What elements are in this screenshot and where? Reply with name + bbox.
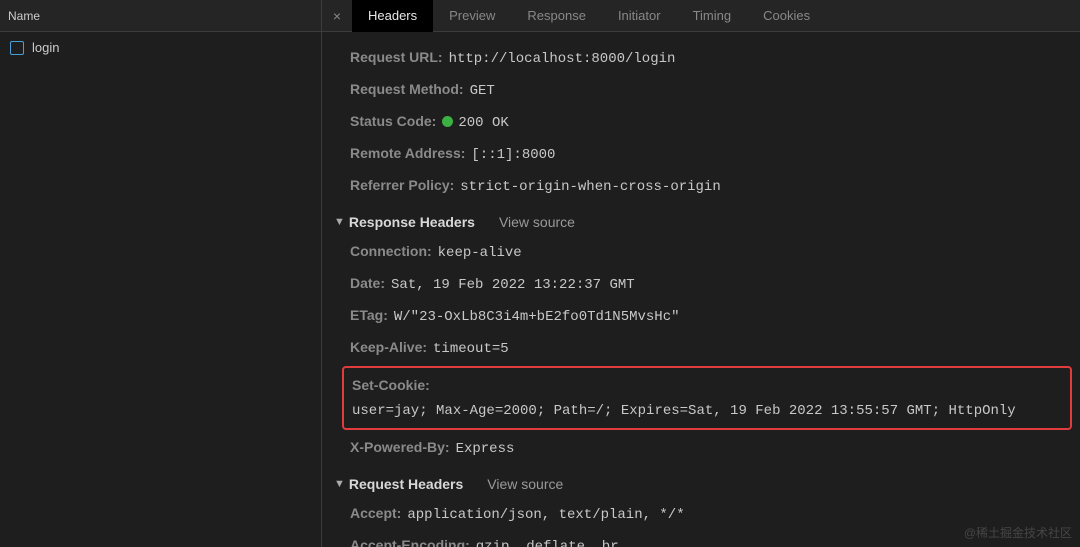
view-source-link[interactable]: View source	[487, 476, 563, 492]
etag-row: ETag: W/"23-OxLb8C3i4m+bE2fo0Td1N5MvsHc"	[322, 300, 1080, 332]
label-etag: ETag:	[350, 304, 388, 326]
label-date: Date:	[350, 272, 385, 294]
view-source-link[interactable]: View source	[499, 214, 575, 230]
tab-preview[interactable]: Preview	[433, 0, 511, 32]
label-keep-alive: Keep-Alive:	[350, 336, 427, 358]
caret-down-icon: ▼	[334, 478, 345, 490]
close-icon[interactable]: ×	[322, 8, 352, 24]
request-name: login	[32, 40, 59, 55]
value-accept: application/json, text/plain, */*	[407, 504, 684, 526]
label-accept-encoding: Accept-Encoding:	[350, 534, 470, 547]
tab-headers[interactable]: Headers	[352, 0, 433, 32]
label-request-url: Request URL:	[350, 46, 443, 68]
value-request-url: http://localhost:8000/login	[449, 48, 676, 70]
label-accept: Accept:	[350, 502, 401, 524]
request-headers-title: Request Headers	[349, 476, 463, 492]
value-keep-alive: timeout=5	[433, 338, 509, 360]
value-accept-encoding: gzip, deflate, br	[476, 536, 619, 547]
tab-cookies[interactable]: Cookies	[747, 0, 826, 32]
value-set-cookie: user=jay; Max-Age=2000; Path=/; Expires=…	[352, 398, 1016, 424]
label-request-method: Request Method:	[350, 78, 464, 100]
tab-initiator[interactable]: Initiator	[602, 0, 677, 32]
network-requests-panel: Name login	[0, 0, 322, 547]
value-connection: keep-alive	[438, 242, 522, 264]
tab-response[interactable]: Response	[511, 0, 602, 32]
date-row: Date: Sat, 19 Feb 2022 13:22:37 GMT	[322, 268, 1080, 300]
label-remote-address: Remote Address:	[350, 142, 465, 164]
label-x-powered-by: X-Powered-By:	[350, 436, 450, 458]
tab-timing[interactable]: Timing	[677, 0, 748, 32]
value-date: Sat, 19 Feb 2022 13:22:37 GMT	[391, 274, 635, 296]
connection-row: Connection: keep-alive	[322, 236, 1080, 268]
value-request-method: GET	[470, 80, 495, 102]
label-connection: Connection:	[350, 240, 432, 262]
keep-alive-row: Keep-Alive: timeout=5	[322, 332, 1080, 364]
request-method-row: Request Method: GET	[322, 74, 1080, 106]
response-headers-section[interactable]: ▼ Response Headers View source	[322, 202, 1080, 236]
value-etag: W/"23-OxLb8C3i4m+bE2fo0Td1N5MvsHc"	[394, 306, 680, 328]
column-header-name[interactable]: Name	[0, 0, 321, 32]
watermark-text: @稀土掘金技术社区	[964, 524, 1072, 541]
label-referrer-policy: Referrer Policy:	[350, 174, 454, 196]
caret-down-icon: ▼	[334, 216, 345, 228]
x-powered-by-row: X-Powered-By: Express	[322, 432, 1080, 464]
request-row-login[interactable]: login	[0, 34, 321, 61]
request-list: login	[0, 32, 321, 547]
status-code-row: Status Code: 200 OK	[322, 106, 1080, 138]
status-dot-icon	[442, 116, 453, 127]
details-panel: × Headers Preview Response Initiator Tim…	[322, 0, 1080, 547]
value-referrer-policy: strict-origin-when-cross-origin	[460, 176, 720, 198]
headers-content: Request URL: http://localhost:8000/login…	[322, 32, 1080, 547]
value-x-powered-by: Express	[456, 438, 515, 460]
remote-address-row: Remote Address: [::1]:8000	[322, 138, 1080, 170]
tabs-row: × Headers Preview Response Initiator Tim…	[322, 0, 1080, 32]
request-url-row: Request URL: http://localhost:8000/login	[322, 42, 1080, 74]
label-set-cookie: Set-Cookie:	[352, 372, 430, 398]
referrer-policy-row: Referrer Policy: strict-origin-when-cros…	[322, 170, 1080, 202]
request-headers-section[interactable]: ▼ Request Headers View source	[322, 464, 1080, 498]
response-headers-title: Response Headers	[349, 214, 475, 230]
value-remote-address: [::1]:8000	[471, 144, 555, 166]
document-icon	[10, 41, 24, 55]
set-cookie-highlighted: Set-Cookie: user=jay; Max-Age=2000; Path…	[342, 366, 1072, 430]
value-status-code: 200 OK	[458, 112, 508, 134]
label-status-code: Status Code:	[350, 110, 436, 132]
